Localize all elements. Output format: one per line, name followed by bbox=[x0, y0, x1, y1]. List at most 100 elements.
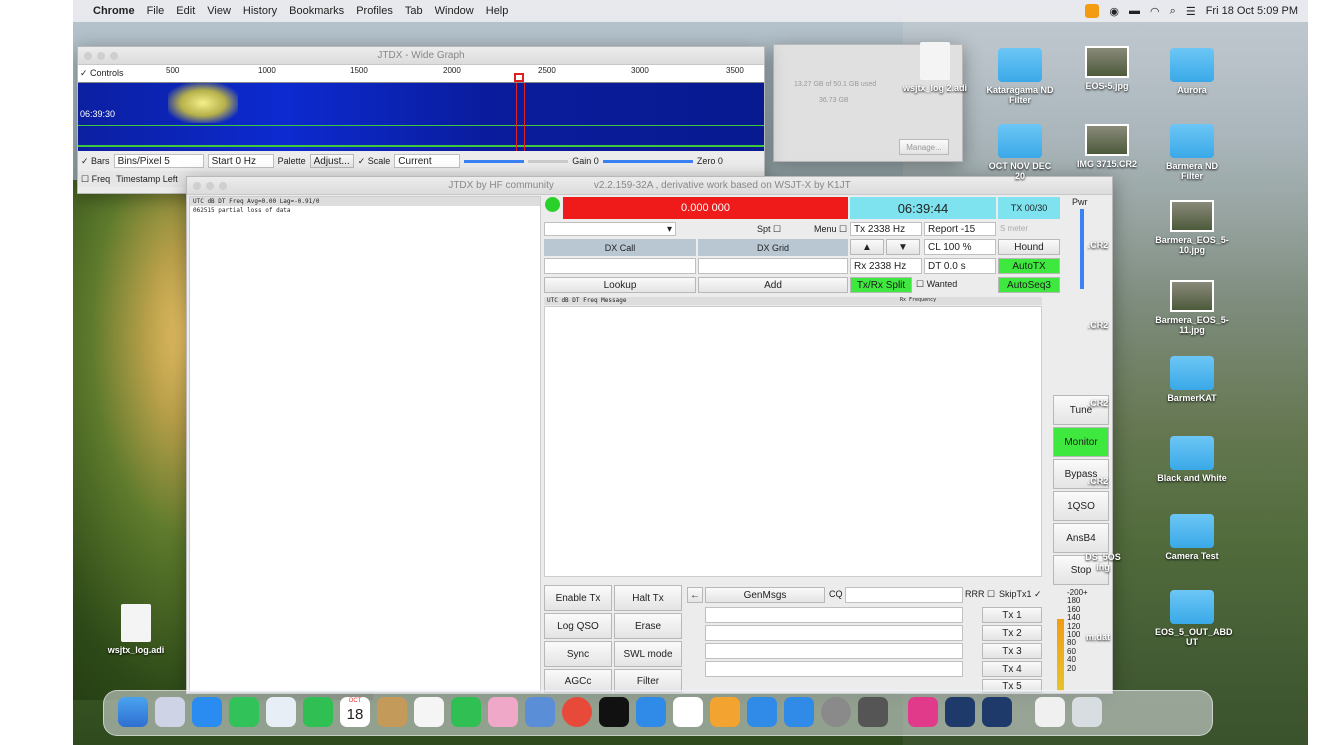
desktop-file[interactable]: .CR2 bbox=[1078, 476, 1118, 486]
notes-icon[interactable] bbox=[414, 697, 444, 727]
safari-icon[interactable] bbox=[192, 697, 222, 727]
report-spinbox[interactable]: Report -15 bbox=[924, 222, 996, 236]
bins-spinbox[interactable]: Bins/Pixel 5 bbox=[113, 154, 204, 168]
menu-checkbox[interactable]: Menu ☐ bbox=[814, 224, 847, 235]
cq-input[interactable] bbox=[845, 587, 963, 603]
desktop-folder[interactable]: Barmera ND Filter bbox=[1155, 124, 1229, 181]
manage-button[interactable]: Manage... bbox=[899, 139, 949, 155]
menu-edit[interactable]: Edit bbox=[176, 5, 195, 17]
numbers-icon[interactable] bbox=[451, 697, 481, 727]
app-store-icon[interactable] bbox=[784, 697, 814, 727]
freq-up-button[interactable]: ▲ bbox=[850, 239, 884, 255]
freq-checkbox[interactable]: ☐ Freq bbox=[81, 174, 110, 185]
wifi-icon[interactable]: ◠ bbox=[1150, 5, 1160, 18]
desktop-file[interactable]: DS_5OS ing bbox=[1078, 552, 1128, 572]
autoseq-button[interactable]: AutoSeq3 bbox=[998, 277, 1060, 293]
minimize-icon[interactable] bbox=[97, 52, 105, 60]
dt-spinbox[interactable]: DT 0.0 s bbox=[924, 258, 996, 274]
rx-frequency-pane[interactable] bbox=[544, 306, 1042, 577]
1qso-button[interactable]: 1QSO bbox=[1053, 491, 1109, 521]
ansb4-button[interactable]: AnsB4 bbox=[1053, 523, 1109, 553]
close-icon[interactable] bbox=[84, 52, 92, 60]
system-settings-icon[interactable] bbox=[821, 697, 851, 727]
current-select[interactable]: Current bbox=[394, 154, 461, 168]
add-button[interactable]: Add bbox=[698, 277, 848, 293]
lightroom-icon[interactable] bbox=[945, 697, 975, 727]
preview-icon[interactable] bbox=[525, 697, 555, 727]
calendar-icon[interactable]: OCT 18 bbox=[340, 697, 370, 727]
photos-icon[interactable] bbox=[488, 697, 518, 727]
tx1-message-input[interactable] bbox=[705, 607, 963, 623]
tx-marker[interactable] bbox=[514, 73, 524, 82]
slider-b[interactable] bbox=[528, 159, 569, 163]
dx-grid-input[interactable] bbox=[698, 258, 848, 274]
band-activity-pane[interactable]: UTC dB DT Freq Avg=0.00 Lag=-0.91/0 0625… bbox=[189, 196, 541, 693]
document-icon[interactable] bbox=[1035, 697, 1065, 727]
desktop-folder[interactable]: BarmerKAT bbox=[1155, 356, 1229, 403]
minimize-icon[interactable] bbox=[206, 182, 214, 190]
adjust-button[interactable]: Adjust... bbox=[309, 154, 354, 168]
start-spinbox[interactable]: Start 0 Hz bbox=[207, 154, 274, 168]
maps-icon[interactable] bbox=[266, 697, 296, 727]
menu-view[interactable]: View bbox=[207, 5, 231, 17]
chrome-icon[interactable] bbox=[562, 697, 592, 727]
search-icon[interactable]: ⌕ bbox=[1170, 5, 1176, 18]
keynote-icon[interactable] bbox=[636, 697, 666, 727]
desktop-folder[interactable]: OCT NOV DEC 20 bbox=[983, 124, 1057, 181]
autotx-button[interactable]: AutoTX bbox=[998, 258, 1060, 274]
desktop-file[interactable]: wsjtx_log 2.adi bbox=[898, 42, 972, 93]
menu-profiles[interactable]: Profiles bbox=[356, 5, 393, 17]
finder-icon[interactable] bbox=[118, 697, 148, 727]
menu-tab[interactable]: Tab bbox=[405, 5, 423, 17]
erase-button[interactable]: Erase bbox=[614, 613, 682, 639]
menu-app-name[interactable]: Chrome bbox=[93, 5, 135, 17]
menu-history[interactable]: History bbox=[243, 5, 277, 17]
band-activity-line[interactable]: 062515 partial loss of data bbox=[190, 206, 540, 215]
tx2-button[interactable]: Tx 2 bbox=[982, 625, 1042, 641]
desktop-folder[interactable]: EOS_5_OUT_ABD UT bbox=[1155, 590, 1233, 647]
apple-tv-icon[interactable] bbox=[599, 697, 629, 727]
desktop-image[interactable]: Barmera_EOS_5-11.jpg bbox=[1155, 280, 1229, 335]
messages-icon[interactable] bbox=[229, 697, 259, 727]
tx-hz-spinbox[interactable]: Tx 2338 Hz bbox=[850, 222, 922, 236]
rx-hz-spinbox[interactable]: Rx 2338 Hz bbox=[850, 258, 922, 274]
desktop-file[interactable]: .CR2 bbox=[1078, 398, 1118, 408]
spt-checkbox[interactable]: Spt ☐ bbox=[757, 224, 781, 235]
wanted-checkbox[interactable]: ☐ Wanted bbox=[916, 279, 957, 290]
dx-call-input[interactable] bbox=[544, 258, 696, 274]
desktop-file[interactable]: wsjtx_log.adi bbox=[99, 604, 173, 655]
desktop-file[interactable]: .CR2 bbox=[1078, 320, 1118, 330]
battery-icon[interactable]: ▬ bbox=[1129, 5, 1140, 17]
bars-checkbox[interactable]: ✓ Bars bbox=[81, 156, 110, 167]
smeter-checkbox[interactable]: S meter bbox=[1000, 224, 1028, 233]
microphone-icon[interactable] bbox=[1085, 4, 1100, 18]
menu-help[interactable]: Help bbox=[486, 5, 509, 17]
desktop-file[interactable]: .CR2 bbox=[1078, 240, 1118, 250]
zoom-icon[interactable] bbox=[110, 52, 118, 60]
tx2-message-input[interactable] bbox=[705, 625, 963, 641]
monitor-button[interactable]: Monitor bbox=[1053, 427, 1109, 457]
control-center-icon[interactable]: ☰ bbox=[1186, 5, 1196, 18]
genmsgs-button[interactable]: GenMsgs bbox=[705, 587, 825, 603]
back-arrow-icon[interactable]: ← bbox=[687, 587, 703, 603]
contacts-icon[interactable] bbox=[377, 697, 407, 727]
menu-file[interactable]: File bbox=[147, 5, 165, 17]
desktop-folder[interactable]: Kataragama ND Filter bbox=[983, 48, 1057, 105]
app-status-icon[interactable]: ◉ bbox=[1109, 5, 1119, 18]
cl-spinbox[interactable]: CL 100 % bbox=[924, 239, 996, 255]
tx4-message-input[interactable] bbox=[705, 661, 963, 677]
hound-button[interactable]: Hound bbox=[998, 239, 1060, 255]
scale-checkbox[interactable]: ✓ Scale bbox=[358, 156, 391, 167]
timestamp-label[interactable]: Timestamp Left bbox=[116, 174, 178, 184]
desktop-folder[interactable]: Camera Test bbox=[1155, 514, 1229, 561]
menu-bookmarks[interactable]: Bookmarks bbox=[289, 5, 344, 17]
trash-icon[interactable] bbox=[1072, 697, 1102, 727]
lightroom-classic-icon[interactable] bbox=[982, 697, 1012, 727]
creative-cloud-icon[interactable] bbox=[908, 697, 938, 727]
split-button[interactable]: Tx/Rx Split bbox=[850, 277, 912, 293]
desktop-file[interactable]: m.dat bbox=[1078, 632, 1118, 642]
desktop-image[interactable]: IMG 3715.CR2 bbox=[1070, 124, 1144, 169]
controls-checkbox[interactable]: ✓ Controls bbox=[80, 68, 124, 79]
facetime-icon[interactable] bbox=[303, 697, 333, 727]
desktop-image[interactable]: EOS-5.jpg bbox=[1070, 46, 1144, 91]
